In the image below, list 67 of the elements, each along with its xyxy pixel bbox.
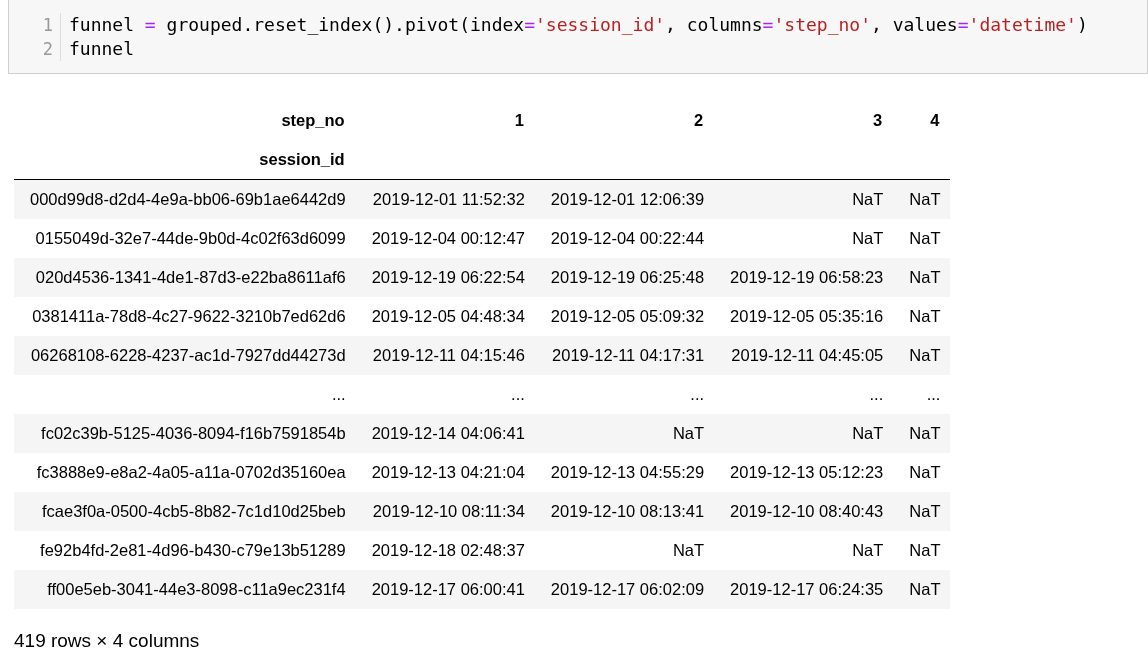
table-cell: 2019-12-19 06:25:48 bbox=[534, 258, 715, 297]
table-cell: 2019-12-19 06:58:23 bbox=[714, 258, 894, 297]
table-cell: 2019-12-10 08:40:43 bbox=[714, 492, 894, 531]
table-cell: 2019-12-10 08:13:41 bbox=[534, 492, 715, 531]
table-cell: NaT bbox=[893, 492, 951, 531]
code-line: funnel = grouped.reset_index().pivot(index='session_id', columns='step_no', values='datetime') bbox=[69, 13, 1088, 37]
table-cell: NaT bbox=[893, 219, 951, 258]
line-number: 1 bbox=[42, 14, 53, 37]
index-cell: fe92b4fd-2e81-4d96-b430-c79e13b51289 bbox=[14, 531, 356, 570]
table-cell: 2019-12-04 00:12:47 bbox=[355, 219, 535, 258]
table-cell: NaT bbox=[714, 179, 894, 219]
table-cell: ... bbox=[893, 375, 951, 414]
table-cell: NaT bbox=[893, 258, 951, 297]
table-cell: 2019-12-13 04:21:04 bbox=[355, 453, 535, 492]
table-cell: NaT bbox=[714, 219, 894, 258]
index-cell: fc3888e9-e8a2-4a05-a11a-0702d35160ea bbox=[14, 453, 356, 492]
index-cell: ff00e5eb-3041-44e3-8098-c11a9ec231f4 bbox=[14, 570, 356, 609]
table-cell: 2019-12-01 12:06:39 bbox=[534, 179, 715, 219]
table-cell: NaT bbox=[893, 336, 951, 375]
table-cell: NaT bbox=[534, 531, 715, 570]
index-cell: 0155049d-32e7-44de-9b0d-4c02f63d6099 bbox=[14, 219, 356, 258]
table-cell: 2019-12-05 05:09:32 bbox=[534, 297, 715, 336]
table-cell: ... bbox=[534, 375, 715, 414]
line-number: 2 bbox=[42, 38, 53, 61]
table-cell: NaT bbox=[893, 179, 951, 219]
table-cell: 2019-12-17 06:02:09 bbox=[534, 570, 715, 609]
code-line: funnel bbox=[69, 37, 136, 61]
table-cell: 2019-12-05 04:48:34 bbox=[355, 297, 535, 336]
table-cell: NaT bbox=[893, 414, 951, 453]
column-header: 3 bbox=[872, 110, 884, 131]
table-cell: 2019-12-11 04:45:05 bbox=[714, 336, 894, 375]
table-cell: ... bbox=[355, 375, 535, 414]
column-header: 4 bbox=[929, 110, 941, 131]
table-cell: NaT bbox=[714, 531, 894, 570]
table-cell: ... bbox=[714, 375, 894, 414]
table-cell: 2019-12-10 08:11:34 bbox=[355, 492, 535, 531]
table-cell: NaT bbox=[714, 414, 894, 453]
table-cell: 2019-12-18 02:48:37 bbox=[355, 531, 535, 570]
table-cell: NaT bbox=[893, 531, 951, 570]
table-cell: 2019-12-19 06:22:54 bbox=[355, 258, 535, 297]
index-header: session_id bbox=[14, 140, 356, 180]
table-cell: NaT bbox=[893, 453, 951, 492]
table-cell: 2019-12-11 04:17:31 bbox=[534, 336, 715, 375]
index-cell: 000d99d8-d2d4-4e9a-bb06-69b1ae6442d9 bbox=[14, 179, 356, 219]
table-cell: NaT bbox=[534, 414, 715, 453]
index-cell: 0381411a-78d8-4c27-9622-3210b7ed62d6 bbox=[14, 297, 356, 336]
code-cell[interactable]: 1 2 funnel = grouped.reset_index().pivot(index='session_id', columns='step_no', values='datetime') funnel bbox=[8, 0, 1148, 74]
table-cell: 2019-12-17 06:00:41 bbox=[355, 570, 535, 609]
table-cell: 2019-12-13 05:12:23 bbox=[714, 453, 894, 492]
table-cell: 2019-12-13 04:55:29 bbox=[534, 453, 715, 492]
table-cell: NaT bbox=[893, 297, 951, 336]
table-cell: 2019-12-01 11:52:32 bbox=[355, 179, 535, 219]
table-cell: 2019-12-05 05:35:16 bbox=[714, 297, 894, 336]
table-cell: NaT bbox=[893, 570, 951, 609]
table-cell: 2019-12-04 00:22:44 bbox=[534, 219, 715, 258]
table-summary: 419 rows × 4 columns bbox=[14, 630, 201, 652]
index-cell: fcae3f0a-0500-4cb5-8b82-7c1d10d25beb bbox=[14, 492, 356, 531]
index-cell: 06268108-6228-4237-ac1d-7927dd44273d bbox=[14, 336, 356, 375]
table-cell: 2019-12-14 04:06:41 bbox=[355, 414, 535, 453]
index-cell: 020d4536-1341-4de1-87d3-e22ba8611af6 bbox=[14, 258, 356, 297]
table-cell: 2019-12-17 06:24:35 bbox=[714, 570, 894, 609]
column-header: 1 bbox=[513, 110, 525, 131]
index-cell: fc02c39b-5125-4036-8094-f16b7591854b bbox=[14, 414, 356, 453]
table-cell: 2019-12-11 04:15:46 bbox=[355, 336, 535, 375]
column-header: step_no bbox=[280, 110, 346, 131]
index-cell: ... bbox=[14, 375, 356, 414]
column-header: 2 bbox=[692, 110, 705, 131]
